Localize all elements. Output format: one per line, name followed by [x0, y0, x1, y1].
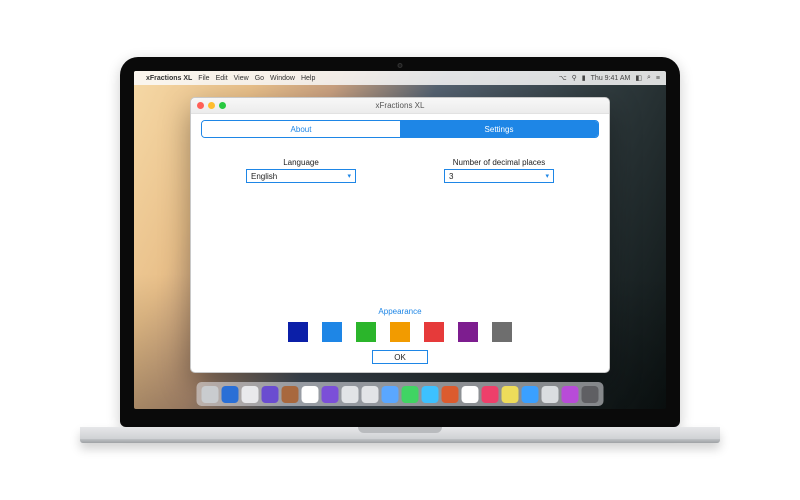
color-swatch-5[interactable]: [424, 322, 444, 342]
dock-app-icon[interactable]: [582, 386, 599, 403]
chevron-down-icon: ▾: [545, 172, 549, 180]
dock-app-icon[interactable]: [302, 386, 319, 403]
dock-app-icon[interactable]: [562, 386, 579, 403]
dock-app-icon[interactable]: [262, 386, 279, 403]
dock-app-icon[interactable]: [422, 386, 439, 403]
appearance-swatches: [191, 322, 609, 342]
dock-app-icon[interactable]: [442, 386, 459, 403]
color-swatch-3[interactable]: [356, 322, 376, 342]
dock-app-icon[interactable]: [542, 386, 559, 403]
notification-center-icon[interactable]: ≡: [656, 75, 660, 82]
color-swatch-2[interactable]: [322, 322, 342, 342]
language-value: English: [251, 172, 277, 181]
camera-icon: [398, 63, 403, 68]
wifi-icon[interactable]: ⚲: [572, 74, 577, 82]
color-swatch-7[interactable]: [492, 322, 512, 342]
bluetooth-icon[interactable]: ⌥: [559, 74, 567, 82]
dock-app-icon[interactable]: [362, 386, 379, 403]
decimal-places-label: Number of decimal places: [444, 158, 554, 167]
dock-app-icon[interactable]: [322, 386, 339, 403]
spotlight-icon[interactable]: ⌕: [647, 74, 651, 82]
app-window: xFractions XL About Settings Language En…: [190, 97, 610, 373]
dock-app-icon[interactable]: [202, 386, 219, 403]
dock-app-icon[interactable]: [382, 386, 399, 403]
menu-view[interactable]: View: [234, 75, 249, 82]
dock-app-icon[interactable]: [222, 386, 239, 403]
menu-window[interactable]: Window: [270, 75, 295, 82]
dock-app-icon[interactable]: [242, 386, 259, 403]
settings-panel: Language English ▾ Number of decimal pla…: [191, 138, 609, 372]
decimal-places-select[interactable]: 3 ▾: [444, 169, 554, 183]
tab-about[interactable]: About: [202, 121, 400, 137]
decimal-places-field-group: Number of decimal places 3 ▾: [444, 158, 554, 183]
dock-app-icon[interactable]: [282, 386, 299, 403]
desktop-wallpaper: xFractions XL File Edit View Go Window H…: [134, 71, 666, 409]
language-select[interactable]: English ▾: [246, 169, 356, 183]
decimal-places-value: 3: [449, 172, 453, 181]
appearance-label: Appearance: [191, 307, 609, 316]
dock-app-icon[interactable]: [462, 386, 479, 403]
window-titlebar[interactable]: xFractions XL: [191, 98, 609, 114]
chevron-down-icon: ▾: [347, 172, 351, 180]
screen-bezel: xFractions XL File Edit View Go Window H…: [120, 57, 680, 427]
language-label: Language: [246, 158, 356, 167]
dock-app-icon[interactable]: [502, 386, 519, 403]
dock-app-icon[interactable]: [342, 386, 359, 403]
menu-file[interactable]: File: [198, 75, 209, 82]
dock-app-icon[interactable]: [522, 386, 539, 403]
mac-menubar: xFractions XL File Edit View Go Window H…: [134, 71, 666, 85]
window-title: xFractions XL: [191, 101, 609, 110]
macbook-frame: xFractions XL File Edit View Go Window H…: [90, 57, 710, 443]
macbook-notch: [358, 427, 442, 433]
menu-edit[interactable]: Edit: [216, 75, 228, 82]
menubar-status-area: ⌥ ⚲ ▮ Thu 9:41 AM ◧ ⌕ ≡: [559, 74, 660, 82]
dock-app-icon[interactable]: [402, 386, 419, 403]
user-icon[interactable]: ◧: [635, 74, 642, 82]
tab-bar: About Settings: [201, 120, 599, 138]
color-swatch-4[interactable]: [390, 322, 410, 342]
color-swatch-6[interactable]: [458, 322, 478, 342]
battery-icon[interactable]: ▮: [582, 74, 586, 82]
language-field-group: Language English ▾: [246, 158, 356, 183]
macbook-edge: [80, 439, 720, 443]
menu-go[interactable]: Go: [255, 75, 264, 82]
tab-settings[interactable]: Settings: [400, 121, 598, 137]
dock-app-icon[interactable]: [482, 386, 499, 403]
menubar-app-name[interactable]: xFractions XL: [146, 75, 192, 82]
menu-help[interactable]: Help: [301, 75, 315, 82]
color-swatch-1[interactable]: [288, 322, 308, 342]
ok-button[interactable]: OK: [372, 350, 428, 364]
dock: [197, 382, 604, 406]
macbook-base: [80, 427, 720, 443]
clock[interactable]: Thu 9:41 AM: [591, 75, 631, 82]
